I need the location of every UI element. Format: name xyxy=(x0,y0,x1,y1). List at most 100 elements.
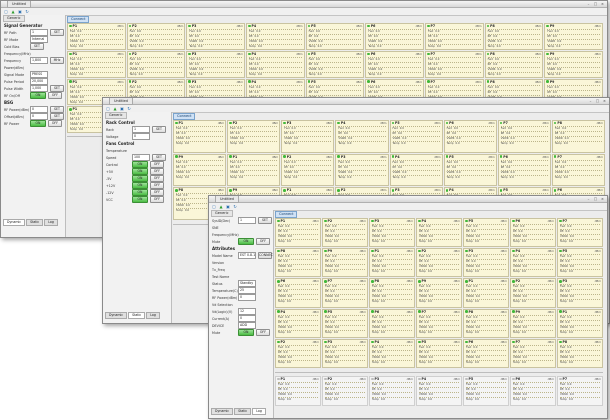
device-card[interactable]: P6dBmFwd0.0Rfl0.0VSWR0.0Temp0.0 xyxy=(443,120,497,153)
device-card[interactable]: P4dBmFwd0.0Rfl0.0VSWR0.0Temp0.0 xyxy=(510,248,556,278)
on-button[interactable]: ON xyxy=(132,196,148,203)
device-card[interactable]: P1dBmFwd0.0Rfl0.0VSWR0.0Temp0.0 xyxy=(67,50,126,78)
device-card[interactable]: P7dBmFwd0.0Rfl0.0VSWR0.0Temp0.0 xyxy=(497,120,551,153)
device-card[interactable]: P1dBmFwd0.0Rfl0.0VSWR0.0Temp0.0 xyxy=(275,218,321,248)
device-card[interactable]: P3dBmFwd0.0Rfl0.0VSWR0.0Temp0.0 xyxy=(322,338,368,368)
device-card[interactable]: P5dBmFwd0.0Rfl0.0VSWR0.0Temp0.0 xyxy=(416,338,462,368)
device-card[interactable]: P4dBmFwd0.0Rfl0.0VSWR0.0Temp0.0 xyxy=(246,50,305,78)
device-card[interactable]: P3dBmFwd0.0Rfl0.0VSWR0.0Temp0.0 xyxy=(281,120,335,153)
bottom-tab[interactable]: Static xyxy=(26,219,44,226)
device-card[interactable]: P6dBmFwd0.0Rfl0.0VSWR0.0Temp0.0 xyxy=(510,376,556,406)
on-button[interactable]: ON xyxy=(30,120,46,127)
action-button[interactable]: CONNECT xyxy=(258,252,273,259)
device-card[interactable]: P3dBmFwd0.0Rfl0.0VSWR0.0Temp0.0 xyxy=(335,153,389,187)
device-card[interactable]: P9dBmFwd0.0Rfl0.0VSWR0.0Temp0.0 xyxy=(510,308,556,338)
action-button[interactable]: OFF xyxy=(150,175,164,182)
close-icon[interactable]: × xyxy=(600,197,605,201)
device-card[interactable]: P8dBmFwd0.0Rfl0.0VSWR0.0Temp0.0 xyxy=(551,120,605,153)
device-card[interactable]: P2dBmFwd0.0Rfl0.0VSWR0.0Temp0.0 xyxy=(126,50,186,78)
action-button[interactable]: OFF xyxy=(150,161,164,168)
action-button[interactable]: MHz xyxy=(50,57,64,64)
device-card[interactable]: P4dBmFwd0.0Rfl0.0VSWR0.0Temp0.0 xyxy=(335,120,389,153)
minimize-icon[interactable]: – xyxy=(588,99,593,103)
device-card[interactable]: P2dBmFwd0.0Rfl0.0VSWR0.0Temp0.0 xyxy=(322,376,368,406)
value-field[interactable]: 0 xyxy=(238,315,256,322)
device-card[interactable]: P8dBmFwd0.0Rfl0.0VSWR0.0Temp0.0 xyxy=(484,50,544,78)
bottom-tab[interactable]: Log xyxy=(146,312,160,319)
action-button[interactable]: OFF xyxy=(48,92,62,99)
device-card[interactable]: P2dBmFwd0.0Rfl0.0VSWR0.0Temp0.0 xyxy=(510,278,556,308)
device-card[interactable]: P8dBmFwd0.0Rfl0.0VSWR0.0Temp0.0 xyxy=(275,248,321,278)
device-card[interactable]: P5dBmFwd0.0Rfl0.0VSWR0.0Temp0.0 xyxy=(305,23,365,50)
device-card[interactable]: P4dBmFwd0.0Rfl0.0VSWR0.0Temp0.0 xyxy=(369,338,415,368)
value-field[interactable]: Standby xyxy=(238,280,256,287)
on-button[interactable]: ON xyxy=(132,182,148,189)
refresh-icon[interactable]: ↻ xyxy=(24,9,30,14)
on-button[interactable]: ON xyxy=(132,161,148,168)
device-card[interactable]: P2dBmFwd0.0Rfl0.0VSWR0.0Temp0.0 xyxy=(227,120,281,153)
value-field[interactable]: 1,800 xyxy=(30,57,48,64)
value-field[interactable]: 0 xyxy=(132,133,150,140)
save-icon[interactable]: ▣ xyxy=(17,9,23,14)
device-card[interactable]: P5dBmFwd0.0Rfl0.0VSWR0.0Temp0.0 xyxy=(389,120,443,153)
action-button[interactable]: OFF xyxy=(256,329,270,336)
value-field[interactable]: 1,000 xyxy=(30,85,48,92)
on-button[interactable]: ON xyxy=(132,189,148,196)
bottom-tab[interactable]: Static xyxy=(234,408,252,415)
action-button[interactable]: SET xyxy=(152,154,166,161)
bottom-tab[interactable]: Log xyxy=(44,219,58,226)
value-field[interactable]: 12 xyxy=(238,308,256,315)
device-card[interactable]: P3dBmFwd0.0Rfl0.0VSWR0.0Temp0.0 xyxy=(369,376,415,406)
value-field[interactable]: ADD xyxy=(238,322,256,329)
device-card[interactable]: P5dBmFwd0.0Rfl0.0VSWR0.0Temp0.0 xyxy=(463,376,509,406)
on-button[interactable]: ON xyxy=(238,238,254,245)
panel-tab[interactable]: Generic xyxy=(211,210,233,217)
save-icon[interactable]: ▣ xyxy=(225,204,231,209)
value-field[interactable]: 1 xyxy=(30,29,48,36)
device-card[interactable]: P5dBmFwd0.0Rfl0.0VSWR0.0Temp0.0 xyxy=(443,153,497,187)
refresh-icon[interactable]: ↻ xyxy=(126,106,132,111)
device-card[interactable]: P6dBmFwd0.0Rfl0.0VSWR0.0Temp0.0 xyxy=(510,218,556,248)
device-card[interactable]: P8dBmFwd0.0Rfl0.0VSWR0.0Temp0.0 xyxy=(484,23,544,50)
connect-tab[interactable]: Connect xyxy=(275,211,298,218)
device-card[interactable]: P1dBmFwd0.0Rfl0.0VSWR0.0Temp0.0 xyxy=(557,308,603,338)
device-card[interactable]: P8dBmFwd0.0Rfl0.0VSWR0.0Temp0.0 xyxy=(557,338,603,368)
device-card[interactable]: P5dBmFwd0.0Rfl0.0VSWR0.0Temp0.0 xyxy=(322,308,368,338)
new-icon[interactable]: ▢ xyxy=(211,204,217,209)
value-field[interactable]: 1 xyxy=(238,217,256,224)
panel-tab[interactable]: Generic xyxy=(105,112,127,119)
maximize-icon[interactable]: □ xyxy=(593,197,598,201)
device-card[interactable]: P6dBmFwd0.0Rfl0.0VSWR0.0Temp0.0 xyxy=(463,338,509,368)
action-button[interactable]: OFF xyxy=(150,168,164,175)
device-card[interactable]: P7dBmFwd0.0Rfl0.0VSWR0.0Temp0.0 xyxy=(557,376,603,406)
device-card[interactable]: P4dBmFwd0.0Rfl0.0VSWR0.0Temp0.0 xyxy=(416,376,462,406)
open-icon[interactable]: ▲ xyxy=(10,9,16,14)
value-field[interactable]: 0 xyxy=(238,294,256,301)
value-field[interactable]: PRESS xyxy=(30,71,48,78)
on-button[interactable]: ON xyxy=(30,92,46,99)
device-card[interactable]: P7dBmFwd0.0Rfl0.0VSWR0.0Temp0.0 xyxy=(425,23,484,50)
device-card[interactable]: P6dBmFwd0.0Rfl0.0VSWR0.0Temp0.0 xyxy=(497,153,551,187)
device-card[interactable]: P7dBmFwd0.0Rfl0.0VSWR0.0Temp0.0 xyxy=(425,50,484,78)
device-card[interactable]: P7dBmFwd0.0Rfl0.0VSWR0.0Temp0.0 xyxy=(557,218,603,248)
save-icon[interactable]: ▣ xyxy=(119,106,125,111)
action-button[interactable]: OFF xyxy=(150,182,164,189)
bottom-tab[interactable]: Dynamic xyxy=(211,408,234,415)
device-card[interactable]: P2dBmFwd0.0Rfl0.0VSWR0.0Temp0.0 xyxy=(126,23,186,50)
action-button[interactable]: SET xyxy=(50,85,64,92)
device-card[interactable]: P4dBmFwd0.0Rfl0.0VSWR0.0Temp0.0 xyxy=(275,308,321,338)
device-card[interactable]: P6dBmFwd0.0Rfl0.0VSWR0.0Temp0.0 xyxy=(369,308,415,338)
device-card[interactable]: P3dBmFwd0.0Rfl0.0VSWR0.0Temp0.0 xyxy=(369,218,415,248)
open-icon[interactable]: ▲ xyxy=(218,204,224,209)
device-card[interactable]: P1dBmFwd0.0Rfl0.0VSWR0.0Temp0.0 xyxy=(275,376,321,406)
action-button[interactable]: SET xyxy=(50,113,64,120)
device-card[interactable]: P7dBmFwd0.0Rfl0.0VSWR0.0Temp0.0 xyxy=(551,153,605,187)
action-button[interactable]: OFF xyxy=(48,120,62,127)
device-card[interactable]: P3dBmFwd0.0Rfl0.0VSWR0.0Temp0.0 xyxy=(557,278,603,308)
device-card[interactable]: P5dBmFwd0.0Rfl0.0VSWR0.0Temp0.0 xyxy=(305,50,365,78)
device-card[interactable]: P9dBmFwd0.0Rfl0.0VSWR0.0Temp0.0 xyxy=(544,50,603,78)
on-button[interactable]: ON xyxy=(238,329,254,336)
bottom-tab[interactable]: Static xyxy=(128,312,146,319)
device-card[interactable]: P9dBmFwd0.0Rfl0.0VSWR0.0Temp0.0 xyxy=(322,248,368,278)
open-icon[interactable]: ▲ xyxy=(112,106,118,111)
